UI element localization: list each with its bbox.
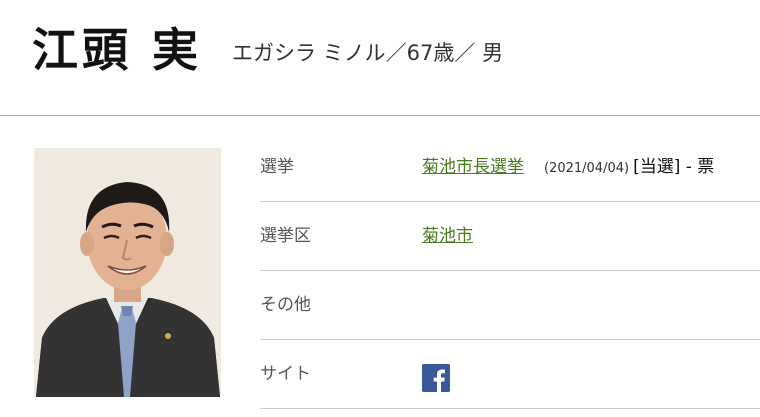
facebook-icon[interactable] — [422, 364, 450, 392]
row-district: 選挙区 菊池市 — [260, 202, 760, 271]
row-site: サイト — [260, 340, 760, 409]
district-value: 菊池市 — [422, 202, 473, 270]
candidate-name: 江頭 実 — [32, 23, 203, 77]
district-link[interactable]: 菊池市 — [422, 226, 473, 246]
header-divider — [0, 115, 760, 116]
election-date: (2021/04/04) — [544, 161, 630, 176]
other-label: その他 — [260, 295, 311, 315]
district-label: 選挙区 — [260, 226, 311, 246]
election-value: 菊池市長選挙 (2021/04/04) [当選] - 票 — [422, 133, 714, 201]
election-label: 選挙 — [260, 157, 294, 177]
candidate-reading-age-gender: エガシラ ミノル／67歳／ 男 — [232, 41, 504, 65]
candidate-photo — [34, 148, 221, 397]
election-result: [当選] - 票 — [633, 157, 715, 177]
row-election: 選挙 菊池市長選挙 (2021/04/04) [当選] - 票 — [260, 133, 760, 202]
election-link[interactable]: 菊池市長選挙 — [422, 157, 524, 177]
profile-header: 江頭 実 エガシラ ミノル／67歳／ 男 — [0, 0, 760, 116]
site-label: サイト — [260, 364, 311, 384]
row-other: その他 — [260, 271, 760, 340]
